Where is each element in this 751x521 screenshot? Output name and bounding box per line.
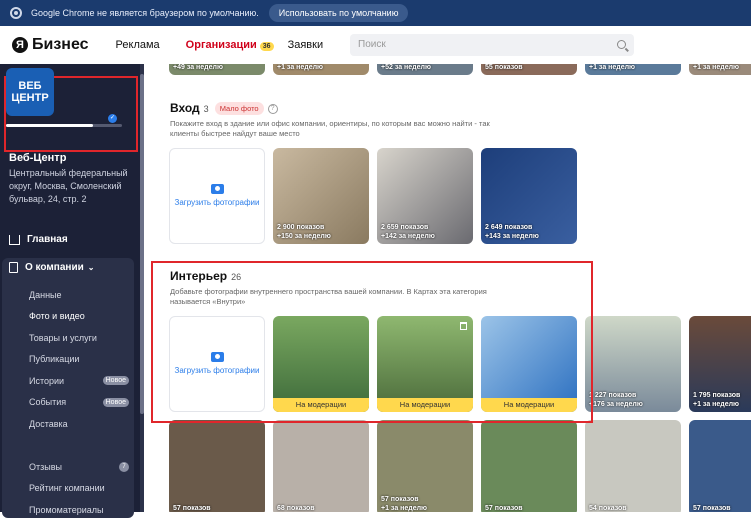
photo-tile[interactable]: 57 показов +1 за неделю xyxy=(377,420,473,512)
photo-tile[interactable]: 68 показов xyxy=(273,420,369,512)
sidebar-item-badge: Новое xyxy=(102,397,129,407)
company-name: Веб-Центр xyxy=(9,152,67,164)
entrance-title: Вход 3 Мало фото? xyxy=(170,101,278,116)
profile-progress-bar xyxy=(6,124,122,127)
chrome-default-browser-bar: Google Chrome не является браузером по у… xyxy=(0,0,751,26)
company-logo[interactable]: ВЕБ ЦЕНТР xyxy=(6,68,54,116)
entrance-photo-tile[interactable]: 2 649 показов +143 за неделю xyxy=(481,148,577,244)
sidebar-list: Данные Фото и видео Товары и услуги Публика… xyxy=(29,284,129,521)
entrance-upload-button[interactable]: Загрузить фотографии xyxy=(169,148,265,244)
help-icon[interactable]: ? xyxy=(267,103,278,114)
sidebar-item[interactable]: Промоматериалы xyxy=(29,499,129,521)
top-navigation: Я Бизнес Реклама Организации 36 Заявки Пои… xyxy=(0,26,751,64)
photo-tile[interactable]: 55 показов xyxy=(481,64,577,75)
sidebar-item[interactable]: Отзывы 7 xyxy=(29,456,129,478)
entrance-photo-tile[interactable]: 2 900 показов +150 за неделю xyxy=(273,148,369,244)
interior-photo-tile[interactable]: 1 795 показов +1 за неделю xyxy=(689,316,751,412)
document-icon xyxy=(9,262,18,273)
sidebar-item[interactable]: События Новое xyxy=(29,392,129,414)
chevron-down-icon: ⌄ xyxy=(87,263,95,272)
nav-organizations[interactable]: Организации 36 xyxy=(186,39,274,51)
photo-tile[interactable]: 57 показов xyxy=(169,420,265,512)
interior-photo-tile[interactable]: 1 227 показов +176 за неделю xyxy=(585,316,681,412)
photo-tile[interactable]: 57 показов xyxy=(689,420,751,512)
sidebar-item[interactable]: Доставка xyxy=(29,413,129,435)
photo-tile[interactable]: +1 за неделю xyxy=(585,64,681,75)
sidebar-item-badge: 7 xyxy=(119,461,129,472)
company-address: Центральный федеральный округ, Москва, С… xyxy=(9,168,128,204)
few-photos-badge: Мало фото xyxy=(214,102,264,116)
search-input[interactable]: Поиск xyxy=(350,34,634,56)
chrome-message: Google Chrome не является браузером по у… xyxy=(31,8,259,18)
camera-icon xyxy=(210,184,224,194)
nav-ads[interactable]: Реклама xyxy=(116,39,160,51)
sidebar-item xyxy=(29,435,129,457)
verified-check-icon: ✓ xyxy=(108,114,117,123)
sidebar: ВЕБ ЦЕНТР ✓ Веб-Центр Центральный федерал… xyxy=(0,64,144,518)
photo-tile[interactable]: +52 за неделю xyxy=(377,64,473,75)
search-icon[interactable] xyxy=(617,40,626,49)
sidebar-item-home[interactable]: Главная xyxy=(9,234,68,245)
sidebar-item[interactable]: Данные xyxy=(29,284,129,306)
sidebar-item[interactable]: Товары и услуги xyxy=(29,327,129,349)
interior-highlight xyxy=(151,261,593,423)
home-icon xyxy=(9,234,20,245)
organizations-badge: 36 xyxy=(259,42,274,51)
sidebar-item[interactable]: Истории Новое xyxy=(29,370,129,392)
sidebar-item[interactable]: Публикации xyxy=(29,349,129,371)
chrome-icon xyxy=(10,7,22,19)
photo-tile[interactable]: +1 за неделю xyxy=(689,64,751,75)
sidebar-item[interactable]: Фото и видео xyxy=(29,306,129,328)
photo-tile[interactable]: 57 показов xyxy=(481,420,577,512)
entrance-description: Покажите вход в здание или офис компании… xyxy=(170,119,490,138)
nav-requests[interactable]: Заявки xyxy=(288,39,324,51)
photo-tile[interactable]: +1 за неделю xyxy=(273,64,369,75)
sidebar-item[interactable]: Рейтинг компании xyxy=(29,478,129,500)
entrance-photo-tile[interactable]: 2 659 показов +142 за неделю xyxy=(377,148,473,244)
photo-tile[interactable]: +49 за неделю xyxy=(169,64,265,75)
photo-tile[interactable]: 54 показов xyxy=(585,420,681,512)
set-default-button[interactable]: Использовать по умолчанию xyxy=(268,4,409,22)
sidebar-section-about[interactable]: О компании ⌄ xyxy=(9,262,94,273)
yandex-business-logo[interactable]: Я Бизнес xyxy=(12,36,89,54)
sidebar-item-badge: Новое xyxy=(102,376,129,386)
